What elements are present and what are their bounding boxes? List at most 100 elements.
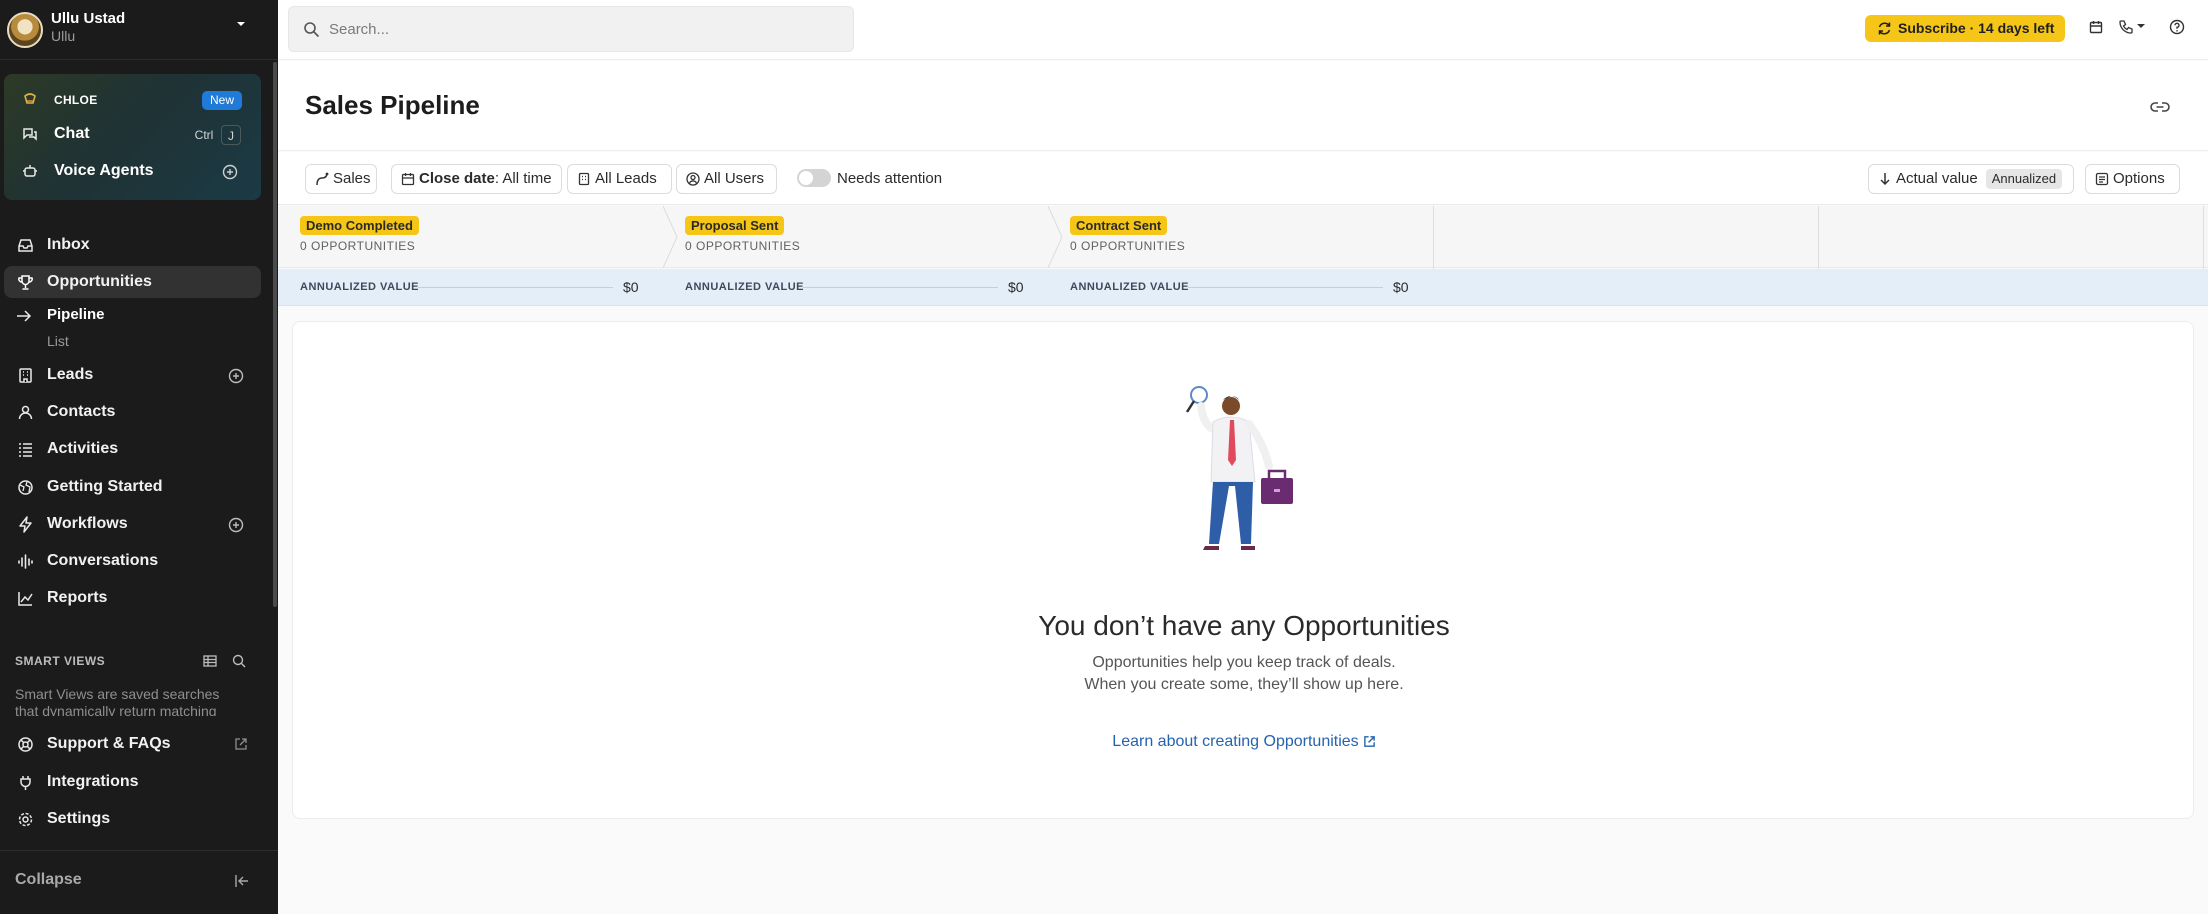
- account-switcher[interactable]: Ullu Ustad Ullu: [0, 0, 278, 60]
- add-workflow-icon[interactable]: [228, 517, 244, 533]
- add-lead-icon[interactable]: [228, 368, 244, 384]
- stage-value-label: ANNUALIZED VALUE: [1070, 281, 1190, 293]
- needs-attention-label: Needs attention: [837, 170, 943, 187]
- sidebar-item-label: Leads: [47, 366, 94, 383]
- arrow-down-icon: [1880, 173, 1890, 186]
- stage-value-amount: $0: [1393, 279, 1409, 295]
- search-input[interactable]: [329, 15, 839, 43]
- sidebar-subitem-pipeline[interactable]: Pipeline: [47, 306, 105, 323]
- sidebar-item-getting-started[interactable]: Getting Started: [4, 471, 261, 503]
- smart-views-heading: SMART VIEWS: [15, 654, 106, 668]
- sidebar-item-activities[interactable]: Activities: [4, 433, 261, 465]
- sidebar-item-settings[interactable]: Settings: [4, 803, 261, 835]
- stage-value-label: ANNUALIZED VALUE: [685, 281, 805, 293]
- building-icon: [578, 172, 590, 186]
- stage-column[interactable]: Demo Completed 0 OPPORTUNITIES: [278, 206, 663, 268]
- account-name: Ullu Ustad: [51, 10, 126, 27]
- sidebar-item-inbox[interactable]: Inbox: [4, 229, 261, 261]
- shortcut-key: J: [221, 125, 241, 145]
- empty-state: You don’t have any Opportunities Opportu…: [292, 321, 2194, 819]
- close-date-filter[interactable]: Close date: All time: [391, 164, 562, 194]
- chloe-item[interactable]: CHLOE New: [4, 84, 261, 114]
- stage-column[interactable]: Proposal Sent 0 OPPORTUNITIES: [663, 206, 1048, 268]
- value-rule: [1188, 287, 1383, 288]
- collapse-button[interactable]: Collapse: [15, 871, 82, 889]
- stage-value-amount: $0: [623, 279, 639, 295]
- stage-count: 0 OPPORTUNITIES: [685, 239, 801, 253]
- annualized-tag: Annualized: [1985, 169, 2063, 189]
- building-icon: [19, 368, 32, 383]
- sidebar-item-label: Getting Started: [47, 478, 163, 495]
- options-button[interactable]: Options: [2085, 164, 2180, 194]
- stage-name: Demo Completed: [300, 216, 419, 235]
- subscribe-button[interactable]: Subscribe · 14 days left: [1865, 15, 2065, 42]
- stage-name: Proposal Sent: [685, 216, 785, 235]
- stage-value: ANNUALIZED VALUE $0: [1048, 269, 1433, 306]
- empty-line-2: When you create some, they’ll show up he…: [1084, 676, 1404, 693]
- pipeline-filter[interactable]: Sales: [305, 164, 377, 194]
- stage-column[interactable]: Contract Sent 0 OPPORTUNITIES: [1048, 206, 1433, 268]
- sidebar-subitem-list[interactable]: List: [47, 333, 69, 349]
- phone-icon[interactable]: [2118, 19, 2134, 35]
- learn-link[interactable]: Learn about creating Opportunities: [293, 733, 2195, 751]
- waveform-icon: [18, 554, 33, 569]
- sidebar-item-label: Opportunities: [47, 273, 152, 290]
- list-icon: [19, 443, 32, 457]
- leads-filter[interactable]: All Leads: [567, 164, 672, 194]
- sidebar-item-opportunities[interactable]: Opportunities: [4, 266, 261, 298]
- top-bar: Subscribe · 14 days left: [278, 0, 2208, 60]
- sidebar-item-label: Reports: [47, 589, 108, 606]
- options-icon: [2095, 172, 2109, 186]
- robot-icon: [23, 165, 37, 177]
- ai-panel: CHLOE New Chat Ctrl J Voice Agents: [4, 74, 261, 200]
- search-box[interactable]: [288, 6, 854, 52]
- table-icon[interactable]: [202, 653, 218, 669]
- lightning-icon: [19, 516, 32, 533]
- plug-icon: [20, 776, 31, 790]
- users-filter[interactable]: All Users: [676, 164, 777, 194]
- sidebar-scrollbar[interactable]: [273, 62, 277, 607]
- sort-by-value-button[interactable]: Actual value Annualized: [1868, 164, 2074, 194]
- voice-agents-label: Voice Agents: [54, 162, 154, 179]
- voice-agents-item[interactable]: Voice Agents: [4, 156, 261, 186]
- sidebar-item-contacts[interactable]: Contacts: [4, 396, 261, 428]
- inbox-icon: [18, 239, 33, 252]
- collapse-icon[interactable]: [234, 874, 250, 888]
- chloe-label: CHLOE: [54, 93, 98, 107]
- sidebar-item-label: Integrations: [47, 773, 139, 790]
- sidebar-item-support[interactable]: Support & FAQs: [4, 728, 261, 760]
- learn-link-label: Learn about creating Opportunities: [1112, 733, 1359, 750]
- stage-value-amount: $0: [1008, 279, 1024, 295]
- chat-label: Chat: [54, 125, 90, 142]
- sidebar-item-label: Settings: [47, 810, 111, 827]
- sidebar: Ullu Ustad Ullu CHLOE New Chat Ctrl J Vo…: [0, 0, 278, 914]
- subscribe-label: Subscribe · 14 days left: [1898, 20, 2055, 36]
- calendar-icon[interactable]: [2088, 19, 2104, 35]
- needs-attention-toggle[interactable]: [797, 169, 831, 187]
- sidebar-item-reports[interactable]: Reports: [4, 582, 261, 614]
- sidebar-item-label: Support & FAQs: [47, 735, 171, 752]
- add-voice-agent-icon[interactable]: [222, 164, 238, 180]
- new-badge: New: [202, 91, 242, 110]
- chevron-down-icon[interactable]: [2136, 21, 2146, 31]
- sidebar-item-integrations[interactable]: Integrations: [4, 766, 261, 798]
- sidebar-item-conversations[interactable]: Conversations: [4, 545, 261, 577]
- search-icon[interactable]: [231, 653, 247, 669]
- sidebar-item-label: Activities: [47, 440, 119, 457]
- value-rule: [803, 287, 998, 288]
- sidebar-item-leads[interactable]: Leads: [4, 359, 261, 391]
- users-filter-label: All Users: [704, 170, 765, 187]
- options-label: Options: [2113, 170, 2165, 187]
- empty-title: You don’t have any Opportunities: [1038, 610, 1450, 641]
- person-icon: [18, 405, 33, 420]
- sidebar-item-workflows[interactable]: Workflows: [4, 508, 261, 540]
- sort-label: Actual value: [1896, 170, 1978, 187]
- trophy-icon: [18, 275, 33, 290]
- chat-item[interactable]: Chat Ctrl J: [4, 119, 261, 149]
- link-icon[interactable]: [2150, 99, 2170, 115]
- refresh-icon: [1878, 22, 1891, 35]
- chevron-down-icon: [237, 22, 245, 26]
- lifebuoy-icon: [18, 737, 33, 752]
- pipeline-icon: [316, 172, 329, 186]
- help-icon[interactable]: [2169, 19, 2185, 35]
